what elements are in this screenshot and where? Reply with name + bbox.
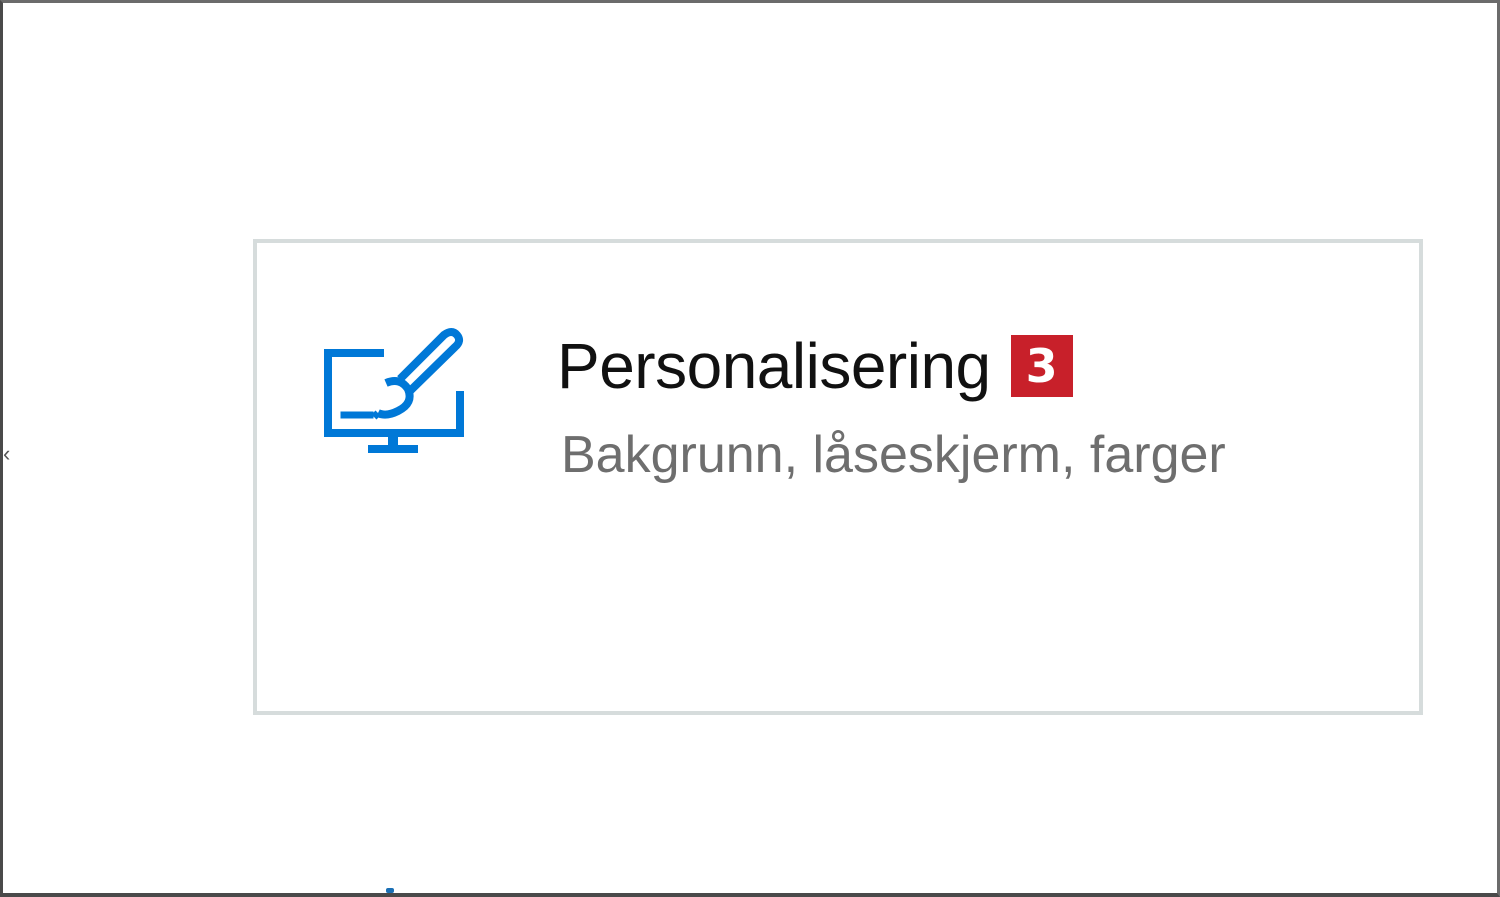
callout-badge: 3 bbox=[1010, 335, 1073, 397]
bottom-indicator bbox=[386, 888, 394, 893]
tile-title: Personalisering bbox=[557, 330, 991, 402]
tile-title-row: Personalisering 3 bbox=[557, 331, 1073, 401]
personalization-icon bbox=[322, 325, 464, 457]
tile-subtitle: Bakgrunn, låseskjerm, farger bbox=[561, 426, 1226, 484]
settings-tile-personalization[interactable]: Personalisering 3 Bakgrunn, låseskjerm, … bbox=[253, 239, 1423, 715]
edge-chevron-icon: ‹ bbox=[3, 441, 11, 466]
